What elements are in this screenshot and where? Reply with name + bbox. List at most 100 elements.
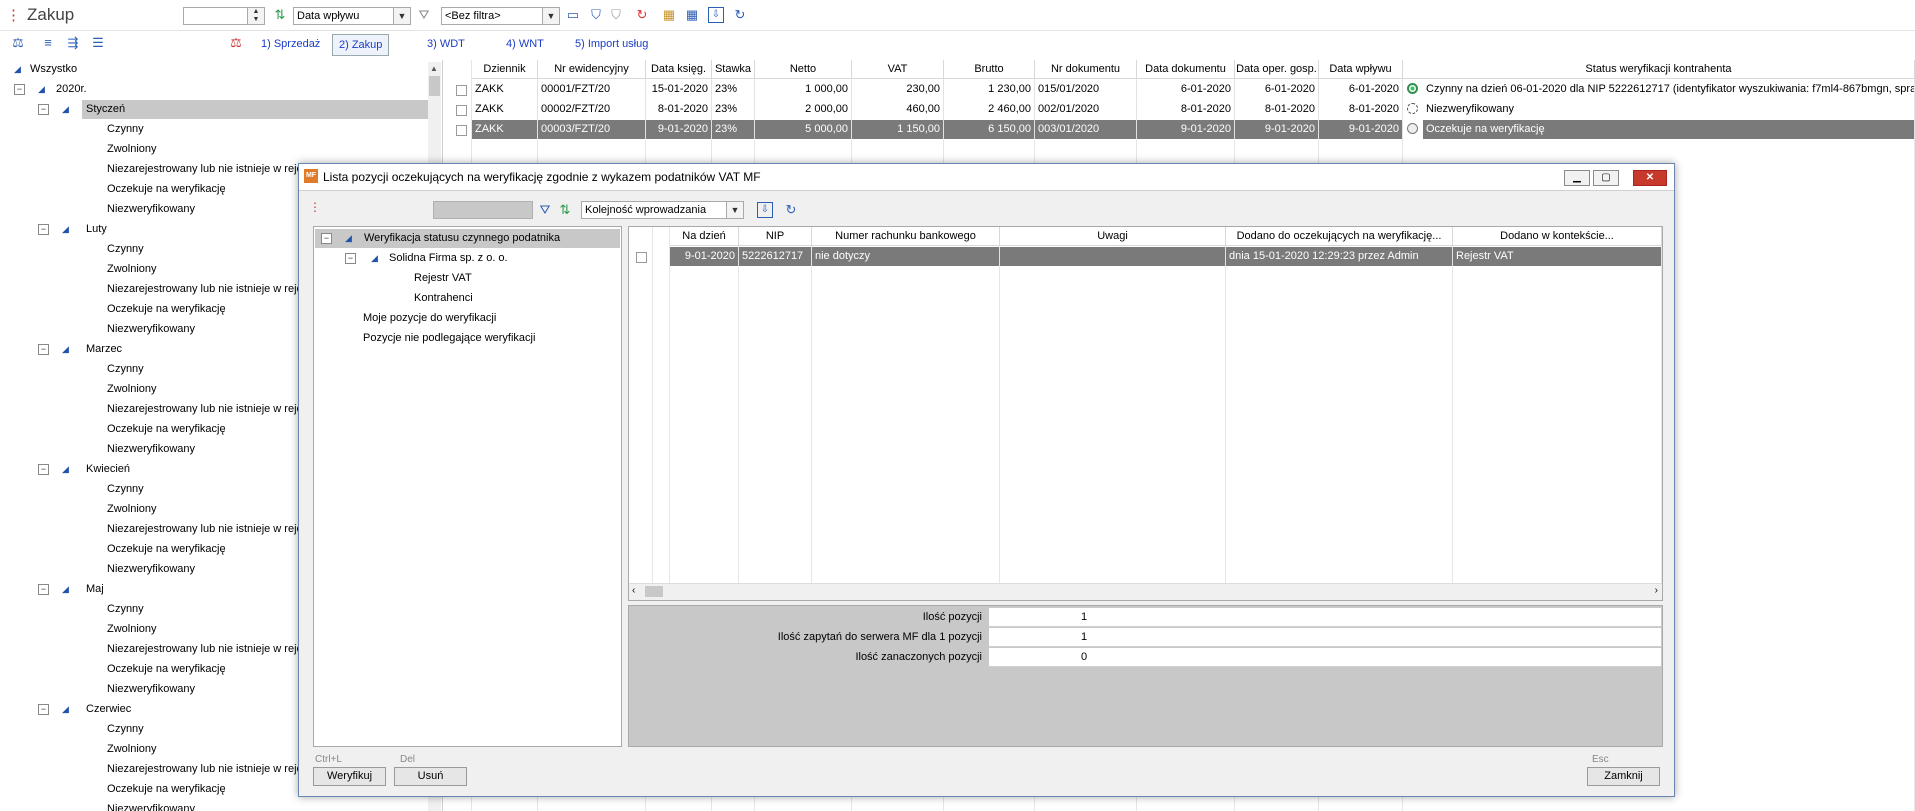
close-button[interactable]: Zamknij xyxy=(1587,767,1660,786)
grid-cell-netto[interactable]: 5 000,00 xyxy=(755,120,852,139)
tab-wdt[interactable]: 3) WDT xyxy=(421,34,471,54)
folder-icon[interactable]: ▭ xyxy=(565,7,581,23)
collapse-triangle-icon[interactable]: ◢ xyxy=(38,80,45,99)
grid-view-icon[interactable]: ▦ xyxy=(684,7,700,23)
tree-item-status[interactable]: Zwolniony xyxy=(107,380,157,399)
scroll-thumb[interactable] xyxy=(429,76,440,96)
modal-grid-header[interactable]: NIP xyxy=(739,227,812,246)
tree-item-status[interactable]: Niezweryfikowany xyxy=(107,680,195,699)
vat-filter-icon[interactable]: ⚖ xyxy=(228,35,244,51)
vat-icon[interactable]: ⚖ xyxy=(10,35,26,51)
collapse-box-icon[interactable]: − xyxy=(38,584,49,595)
calendar-icon[interactable]: ▦ xyxy=(661,7,677,23)
grid-cell-data-ksieg[interactable]: 8-01-2020 xyxy=(646,100,712,119)
tree-item-status[interactable]: Czynny xyxy=(107,480,144,499)
grid-cell-nr-dok[interactable]: 015/01/2020 xyxy=(1035,80,1137,99)
modal-grid-cell-rachunek[interactable]: nie dotyczy xyxy=(812,247,1000,266)
refresh-icon[interactable]: ↻ xyxy=(732,7,748,23)
menu-dots-icon[interactable]: ⋮ xyxy=(309,200,321,214)
minimize-button[interactable]: ▁ xyxy=(1564,170,1590,186)
row-checkbox[interactable] xyxy=(456,125,467,136)
collapse-triangle-icon[interactable]: ◢ xyxy=(62,220,69,239)
tree-item-status[interactable]: Czynny xyxy=(107,120,144,139)
collapse-triangle-icon[interactable]: ◢ xyxy=(62,460,69,479)
tree-item-status[interactable]: Czynny xyxy=(107,600,144,619)
modal-grid-header[interactable]: Na dzień xyxy=(670,227,739,246)
grid-header[interactable]: Data księg. xyxy=(646,60,712,79)
sort-direction-icon[interactable]: ⇅ xyxy=(272,7,288,23)
grid-cell-nr[interactable]: 00003/FZT/20 xyxy=(538,120,646,139)
grid-cell-brutto[interactable]: 2 460,00 xyxy=(944,100,1035,119)
modal-grid-cell-nip[interactable]: 5222612717 xyxy=(739,247,812,266)
grid-cell-stawka[interactable]: 23% xyxy=(712,120,755,139)
grid-cell-nr-dok[interactable]: 002/01/2020 xyxy=(1035,100,1137,119)
tree-item-status[interactable]: Zwolniony xyxy=(107,500,157,519)
row-checkbox[interactable] xyxy=(456,85,467,96)
date-spinner[interactable]: ▲ ▼ xyxy=(183,7,265,25)
modal-grid-header[interactable]: Uwagi xyxy=(1000,227,1226,246)
outdent-icon[interactable]: ☰ xyxy=(90,35,106,51)
tree-item-status[interactable]: Niezweryfikowany xyxy=(107,800,195,811)
grid-cell-status[interactable]: Niezweryfikowany xyxy=(1423,100,1915,119)
collapse-triangle-icon[interactable]: ◢ xyxy=(14,60,21,79)
grid-header[interactable]: Data oper. gosp. xyxy=(1235,60,1319,79)
tree-item-status[interactable]: Zwolniony xyxy=(107,260,157,279)
collapse-triangle-icon[interactable]: ◢ xyxy=(62,340,69,359)
grid-cell-data-dok[interactable]: 9-01-2020 xyxy=(1137,120,1235,139)
refresh-colored-icon[interactable]: ↻ xyxy=(634,7,650,23)
grid-cell-dziennik[interactable]: ZAKK xyxy=(472,100,538,119)
collapse-triangle-icon[interactable]: ◢ xyxy=(62,100,69,119)
tree-item-month[interactable]: − ◢ Czerwiec xyxy=(38,700,135,719)
grid-cell-data-wplywu[interactable]: 8-01-2020 xyxy=(1319,100,1403,119)
tree-item-month[interactable]: − ◢ Styczeń xyxy=(38,100,430,119)
scroll-up-icon[interactable]: ▲ xyxy=(430,64,438,73)
modal-download-icon[interactable]: ⇩ xyxy=(757,202,773,218)
modal-tree-item-rejestr-vat[interactable]: Rejestr VAT xyxy=(414,269,472,288)
modal-grid-cell-na-dzien[interactable]: 9-01-2020 xyxy=(670,247,739,266)
collapse-box-icon[interactable]: − xyxy=(14,84,25,95)
collapse-box-icon[interactable]: − xyxy=(38,464,49,475)
tree-item-status[interactable]: Czynny xyxy=(107,360,144,379)
grid-cell-brutto[interactable]: 1 230,00 xyxy=(944,80,1035,99)
indent-icon[interactable]: ⇶ xyxy=(65,35,81,51)
grid-header[interactable]: Nr ewidencyjny xyxy=(538,60,646,79)
modal-refresh-icon[interactable]: ↻ xyxy=(783,202,799,218)
grid-cell-data-ksieg[interactable]: 15-01-2020 xyxy=(646,80,712,99)
grid-cell-data-oper[interactable]: 6-01-2020 xyxy=(1235,80,1319,99)
grid-cell-dziennik[interactable]: ZAKK xyxy=(472,120,538,139)
tree-item-status[interactable]: Oczekuje na weryfikację xyxy=(107,540,226,559)
download-icon[interactable]: ⇩ xyxy=(708,7,724,23)
modal-grid-header[interactable]: Dodano do oczekujących na weryfikację... xyxy=(1226,227,1453,246)
modal-search-input[interactable] xyxy=(433,201,533,219)
collapse-box-icon[interactable]: − xyxy=(38,104,49,115)
grid-cell-dziennik[interactable]: ZAKK xyxy=(472,80,538,99)
grid-cell-data-oper[interactable]: 9-01-2020 xyxy=(1235,120,1319,139)
modal-tree-item-kontrahenci[interactable]: Kontrahenci xyxy=(414,289,473,308)
filter-clear-icon[interactable]: ⛛ xyxy=(416,7,432,23)
grid-cell-vat[interactable]: 1 150,00 xyxy=(852,120,944,139)
tree-item-status[interactable]: Niezweryfikowany xyxy=(107,560,195,579)
tree-item-status[interactable]: Oczekuje na weryfikację xyxy=(107,780,226,799)
tree-item-month[interactable]: − ◢ Kwiecień xyxy=(38,460,134,479)
tree-item-status[interactable]: Oczekuje na weryfikację xyxy=(107,660,226,679)
grid-header[interactable]: Data wpływu xyxy=(1319,60,1403,79)
tree-item-status[interactable]: Oczekuje na weryfikację xyxy=(107,180,226,199)
grid-header[interactable]: Nr dokumentu xyxy=(1035,60,1137,79)
filter-select[interactable]: <Bez filtra> ▼ xyxy=(441,7,560,25)
collapse-box-icon[interactable]: − xyxy=(345,253,356,264)
tree-item-status[interactable]: Oczekuje na weryfikację xyxy=(107,300,226,319)
modal-sort-select[interactable]: Kolejność wprowadzania ▼ xyxy=(581,201,744,219)
tab-wnt[interactable]: 4) WNT xyxy=(500,34,550,54)
collapse-box-icon[interactable]: − xyxy=(321,233,332,244)
tree-item-month[interactable]: − ◢ Luty xyxy=(38,220,111,239)
tab-zakup[interactable]: 2) Zakup xyxy=(332,34,390,56)
tree-item-status[interactable]: Niezarejestrowany lub nie istnieje w rej… xyxy=(107,160,308,179)
grid-cell-stawka[interactable]: 23% xyxy=(712,100,755,119)
modal-tree-root[interactable]: − ◢ Weryfikacja statusu czynnego podatnika xyxy=(315,229,620,248)
tree-item-root[interactable]: ◢ Wszystko xyxy=(14,60,77,79)
grid-cell-stawka[interactable]: 23% xyxy=(712,80,755,99)
window-close-button[interactable]: ✕ xyxy=(1633,170,1667,186)
delete-button[interactable]: Usuń xyxy=(394,767,467,786)
grid-cell-vat[interactable]: 230,00 xyxy=(852,80,944,99)
grid-header[interactable]: VAT xyxy=(852,60,944,79)
